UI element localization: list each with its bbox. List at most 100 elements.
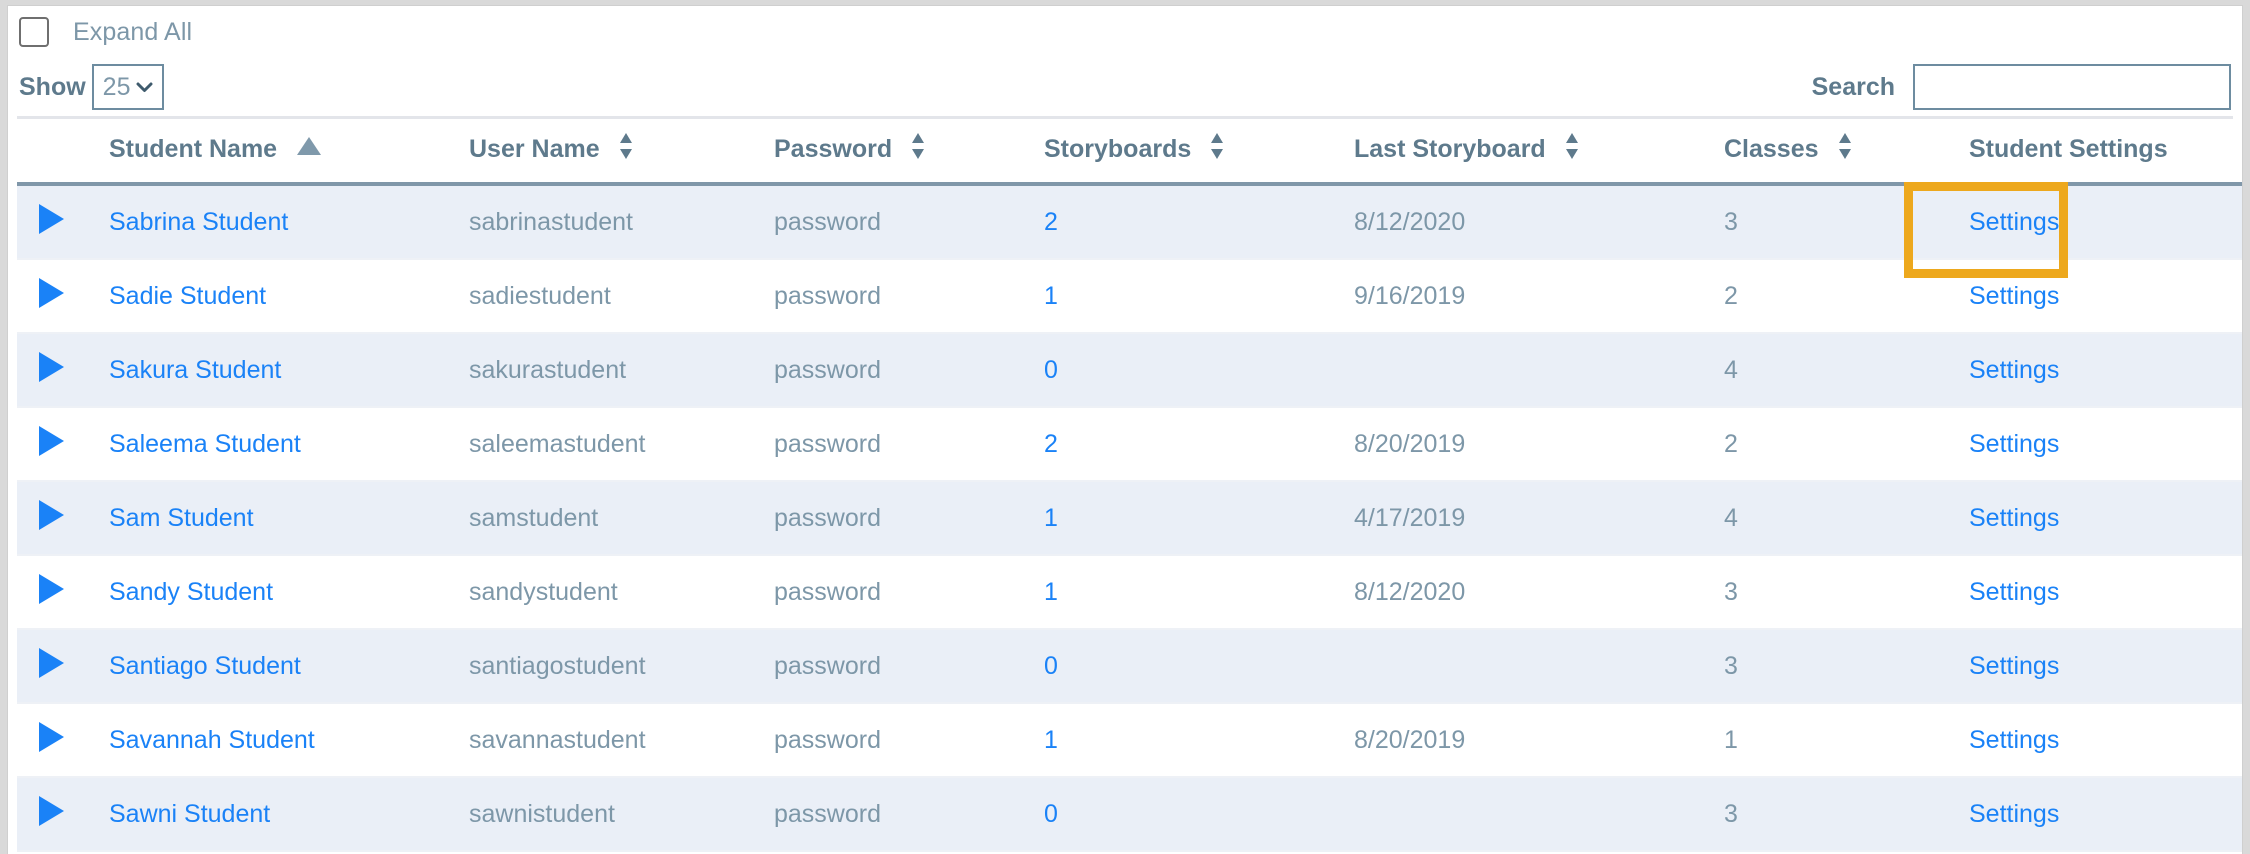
settings-link[interactable]: Settings (1969, 208, 2059, 236)
user-name-cell: santiagostudent (469, 629, 774, 704)
storyboards-count-link[interactable]: 1 (1044, 504, 1058, 532)
col-header-student-name[interactable]: Student Name (109, 119, 469, 186)
settings-link[interactable]: Settings (1969, 578, 2059, 606)
student-settings-cell: Settings (1969, 777, 2242, 852)
storyboards-count-link[interactable]: 2 (1044, 430, 1058, 458)
table-controls-row: Show 25 Search (8, 58, 2242, 116)
col-header-last-storyboard[interactable]: Last Storyboard (1354, 119, 1724, 186)
classes-cell: 4 (1724, 333, 1969, 408)
student-name-link[interactable]: Sabrina Student (109, 208, 288, 236)
student-table: Student Name User Name Password Storyboa… (17, 119, 2242, 852)
table-row: Sam Student samstudent password 1 4/17/2019 4… (17, 481, 2242, 556)
student-name-cell: Sakura Student (109, 333, 469, 408)
settings-link[interactable]: Settings (1969, 430, 2059, 458)
student-name-link[interactable]: Sam Student (109, 504, 254, 532)
last-storyboard-cell: 9/16/2019 (1354, 259, 1724, 334)
expand-row-cell (17, 629, 109, 704)
user-name-cell: savannastudent (469, 703, 774, 778)
student-name-link[interactable]: Sawni Student (109, 800, 270, 828)
user-name-cell: sandystudent (469, 555, 774, 630)
password-cell: password (774, 481, 1044, 556)
settings-link[interactable]: Settings (1969, 356, 2059, 384)
last-storyboard-cell (1354, 629, 1724, 704)
page-size-value: 25 (102, 72, 131, 101)
student-settings-cell: Settings (1969, 481, 2242, 556)
storyboards-count-link[interactable]: 0 (1044, 652, 1058, 680)
student-settings-cell: Settings (1969, 333, 2242, 408)
sort-both-icon (1210, 133, 1224, 166)
table-body: Sabrina Student sabrinastudent password 2 8/… (17, 184, 2242, 852)
col-header-classes[interactable]: Classes (1724, 119, 1969, 186)
user-name-cell: sawnistudent (469, 777, 774, 852)
student-name-cell: Sam Student (109, 481, 469, 556)
col-header-student-settings: Student Settings (1969, 119, 2242, 186)
storyboards-cell: 1 (1044, 481, 1354, 556)
settings-link[interactable]: Settings (1969, 800, 2059, 828)
storyboards-count-link[interactable]: 2 (1044, 208, 1058, 236)
storyboards-count-link[interactable]: 1 (1044, 578, 1058, 606)
expand-all-checkbox[interactable] (19, 17, 49, 47)
table-row: Sandy Student sandystudent password 1 8/12/2… (17, 555, 2242, 630)
password-cell: password (774, 555, 1044, 630)
expand-row-triangle-icon[interactable] (39, 795, 64, 826)
last-storyboard-cell: 8/20/2019 (1354, 703, 1724, 778)
sort-both-icon (619, 133, 633, 166)
student-name-link[interactable]: Sandy Student (109, 578, 273, 606)
table-row: Sabrina Student sabrinastudent password 2 8/… (17, 184, 2242, 260)
expand-row-triangle-icon[interactable] (39, 647, 64, 678)
student-name-link[interactable]: Sakura Student (109, 356, 281, 384)
col-header-user-name[interactable]: User Name (469, 119, 774, 186)
user-name-cell: saleemastudent (469, 407, 774, 482)
storyboards-count-link[interactable]: 0 (1044, 800, 1058, 828)
student-name-cell: Savannah Student (109, 703, 469, 778)
student-name-link[interactable]: Santiago Student (109, 652, 301, 680)
col-header-student-settings-label: Student Settings (1969, 135, 2168, 163)
expand-all-label: Expand All (73, 17, 193, 46)
settings-link[interactable]: Settings (1969, 652, 2059, 680)
student-name-link[interactable]: Savannah Student (109, 726, 315, 754)
expand-row-triangle-icon[interactable] (39, 721, 64, 752)
storyboards-cell: 2 (1044, 407, 1354, 482)
col-header-expand (17, 119, 109, 186)
expand-row-cell (17, 703, 109, 778)
expand-row-cell (17, 184, 109, 260)
col-header-student-name-label: Student Name (109, 135, 278, 163)
storyboards-count-link[interactable]: 1 (1044, 726, 1058, 754)
expand-row-cell (17, 259, 109, 334)
storyboards-cell: 0 (1044, 777, 1354, 852)
password-cell: password (774, 333, 1044, 408)
password-cell: password (774, 407, 1044, 482)
col-header-password-label: Password (774, 135, 893, 163)
student-settings-cell: Settings (1969, 555, 2242, 630)
student-settings-cell: Settings (1969, 703, 2242, 778)
settings-link[interactable]: Settings (1969, 726, 2059, 754)
storyboards-cell: 2 (1044, 184, 1354, 260)
show-label: Show (19, 72, 86, 101)
table-header-row: Student Name User Name Password Storyboa… (17, 119, 2242, 186)
col-header-password[interactable]: Password (774, 119, 1044, 186)
student-name-link[interactable]: Saleema Student (109, 430, 301, 458)
expand-row-triangle-icon[interactable] (39, 573, 64, 604)
expand-row-triangle-icon[interactable] (39, 203, 64, 234)
expand-row-triangle-icon[interactable] (39, 277, 64, 308)
expand-row-cell (17, 555, 109, 630)
expand-row-triangle-icon[interactable] (39, 499, 64, 530)
storyboards-count-link[interactable]: 0 (1044, 356, 1058, 384)
student-name-link[interactable]: Sadie Student (109, 282, 266, 310)
student-name-cell: Sandy Student (109, 555, 469, 630)
classes-cell: 2 (1724, 259, 1969, 334)
page-size-select[interactable]: 25 (91, 64, 164, 110)
student-settings-cell: Settings (1969, 184, 2242, 260)
settings-link[interactable]: Settings (1969, 504, 2059, 532)
user-name-cell: sakurastudent (469, 333, 774, 408)
settings-link[interactable]: Settings (1969, 282, 2059, 310)
expand-row-triangle-icon[interactable] (39, 425, 64, 456)
col-header-storyboards[interactable]: Storyboards (1044, 119, 1354, 186)
classes-cell: 3 (1724, 555, 1969, 630)
storyboards-cell: 0 (1044, 629, 1354, 704)
user-name-cell: sadiestudent (469, 259, 774, 334)
storyboards-count-link[interactable]: 1 (1044, 282, 1058, 310)
search-input[interactable] (1913, 64, 2231, 110)
expand-row-triangle-icon[interactable] (39, 351, 64, 382)
col-header-classes-label: Classes (1724, 135, 1819, 163)
